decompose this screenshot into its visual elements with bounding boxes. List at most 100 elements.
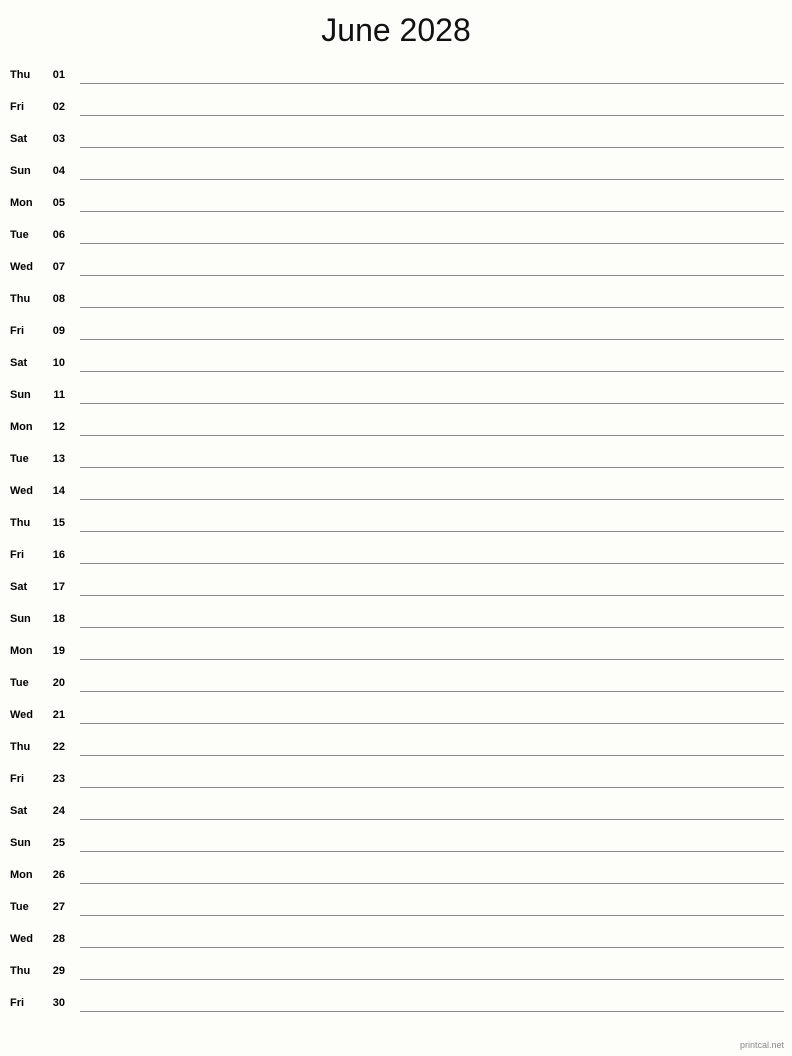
day-number-label: 21 [52, 709, 65, 721]
day-weekday-label: Fri [10, 997, 25, 1009]
day-number-label: 13 [52, 453, 65, 465]
day-writing-line[interactable] [80, 307, 784, 308]
day-weekday-label: Wed [10, 709, 34, 721]
day-writing-line[interactable] [80, 179, 784, 180]
day-writing-line[interactable] [80, 435, 784, 436]
day-writing-line[interactable] [80, 499, 784, 500]
day-row: Fri 16 [0, 542, 792, 574]
day-writing-line[interactable] [80, 275, 784, 276]
day-row: Tue 27 [0, 894, 792, 926]
day-number-label: 09 [52, 325, 65, 337]
day-row: Thu 22 [0, 734, 792, 766]
day-number-label: 29 [52, 965, 65, 977]
day-weekday-label: Wed [10, 485, 34, 497]
calendar-page: June 2028 Thu 01 Fri 02 Sat 03 Sun 04 Mon 05 Tue 06… [0, 0, 792, 1056]
day-number-label: 02 [52, 101, 65, 113]
day-weekday-label: Mon [10, 197, 33, 209]
day-row: Sat 17 [0, 574, 792, 606]
day-row: Sun 18 [0, 606, 792, 638]
day-number-label: 25 [52, 837, 65, 849]
day-row: Sun 04 [0, 158, 792, 190]
day-weekday-label: Sun [10, 837, 31, 849]
day-number-label: 01 [52, 69, 65, 81]
day-writing-line[interactable] [80, 1011, 784, 1012]
day-weekday-label: Thu [10, 741, 31, 753]
day-writing-line[interactable] [80, 723, 784, 724]
day-writing-line[interactable] [80, 915, 784, 916]
day-row: Wed 14 [0, 478, 792, 510]
day-weekday-label: Sat [10, 805, 28, 817]
day-writing-line[interactable] [80, 115, 784, 116]
day-rows-list: Thu 01 Fri 02 Sat 03 Sun 04 Mon 05 Tue 06 Wed 07 Thu 08… [0, 62, 792, 1022]
day-row: Fri 30 [0, 990, 792, 1022]
day-writing-line[interactable] [80, 947, 784, 948]
day-weekday-label: Tue [10, 229, 29, 241]
day-number-label: 17 [52, 581, 65, 593]
day-weekday-label: Tue [10, 901, 29, 913]
day-row: Tue 20 [0, 670, 792, 702]
day-number-label: 23 [52, 773, 65, 785]
day-row: Wed 07 [0, 254, 792, 286]
day-weekday-label: Fri [10, 773, 25, 785]
day-writing-line[interactable] [80, 691, 784, 692]
day-number-label: 08 [52, 293, 65, 305]
day-writing-line[interactable] [80, 147, 784, 148]
day-writing-line[interactable] [80, 531, 784, 532]
day-writing-line[interactable] [80, 371, 784, 372]
day-number-label: 30 [52, 997, 65, 1009]
day-row: Mon 19 [0, 638, 792, 670]
day-writing-line[interactable] [80, 659, 784, 660]
day-number-label: 20 [52, 677, 65, 689]
day-weekday-label: Sun [10, 613, 31, 625]
day-weekday-label: Thu [10, 517, 31, 529]
day-number-label: 11 [53, 389, 65, 401]
day-weekday-label: Tue [10, 453, 29, 465]
day-number-label: 06 [52, 229, 65, 241]
day-row: Wed 21 [0, 702, 792, 734]
day-number-label: 27 [52, 901, 65, 913]
day-writing-line[interactable] [80, 211, 784, 212]
day-row: Mon 12 [0, 414, 792, 446]
day-writing-line[interactable] [80, 595, 784, 596]
day-row: Tue 06 [0, 222, 792, 254]
day-weekday-label: Sun [10, 165, 31, 177]
day-weekday-label: Mon [10, 421, 33, 433]
day-writing-line[interactable] [80, 851, 784, 852]
day-number-label: 04 [52, 165, 65, 177]
day-row: Tue 13 [0, 446, 792, 478]
day-writing-line[interactable] [80, 787, 784, 788]
day-writing-line[interactable] [80, 403, 784, 404]
page-title: June 2028 [321, 12, 471, 48]
day-row: Fri 09 [0, 318, 792, 350]
day-row: Fri 23 [0, 766, 792, 798]
day-writing-line[interactable] [80, 243, 784, 244]
day-weekday-label: Sat [10, 133, 28, 145]
day-row: Sat 10 [0, 350, 792, 382]
day-writing-line[interactable] [80, 339, 784, 340]
day-row: Mon 26 [0, 862, 792, 894]
day-number-label: 16 [52, 549, 65, 561]
day-weekday-label: Wed [10, 933, 34, 945]
day-weekday-label: Thu [10, 293, 31, 305]
day-row: Fri 02 [0, 94, 792, 126]
day-writing-line[interactable] [80, 819, 784, 820]
day-writing-line[interactable] [80, 627, 784, 628]
day-weekday-label: Mon [10, 645, 33, 657]
day-number-label: 28 [52, 933, 65, 945]
day-number-label: 24 [52, 805, 65, 817]
day-writing-line[interactable] [80, 979, 784, 980]
day-row: Sun 11 [0, 382, 792, 414]
day-weekday-label: Mon [10, 869, 33, 881]
day-weekday-label: Fri [10, 549, 25, 561]
day-row: Sat 03 [0, 126, 792, 158]
day-writing-line[interactable] [80, 883, 784, 884]
day-writing-line[interactable] [80, 563, 784, 564]
day-weekday-label: Fri [10, 101, 25, 113]
day-row: Thu 15 [0, 510, 792, 542]
day-writing-line[interactable] [80, 83, 784, 84]
day-weekday-label: Tue [10, 677, 29, 689]
day-row: Sat 24 [0, 798, 792, 830]
day-writing-line[interactable] [80, 467, 784, 468]
day-writing-line[interactable] [80, 755, 784, 756]
day-number-label: 12 [52, 421, 65, 433]
